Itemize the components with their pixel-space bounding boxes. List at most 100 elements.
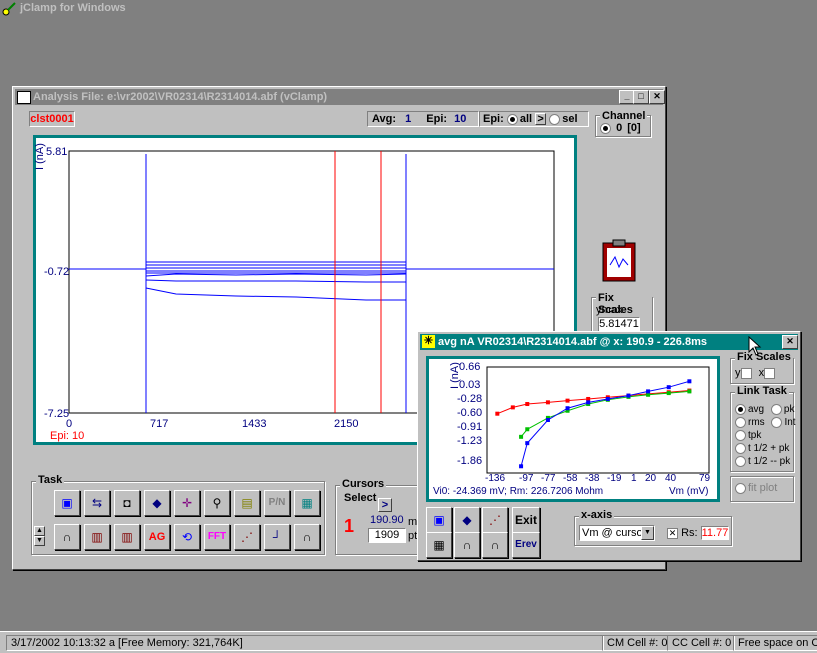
clipboard-icon[interactable] [601,239,637,283]
iv-scatter-icon[interactable]: ⋰ [482,507,508,533]
iv-ytick-3: -0.60 [457,407,483,419]
ag-button[interactable]: AG [144,524,170,550]
lt-thalf-plus-radio[interactable] [735,442,746,454]
lt-int-radio[interactable] [771,416,783,428]
trace-ylabel: I (nA) [34,143,46,170]
iv-point-2-5 [605,396,610,401]
iv-series-line-2 [520,380,690,467]
iv-fixscales-title: Fix Scales [735,351,793,363]
iv-window[interactable]: ✳ avg nA VR02314\R2314014.abf @ x: 190.9… [417,331,801,561]
epi-sel-label: sel [562,113,578,125]
iv-fix-x-checkbox[interactable] [764,367,776,379]
status-cm-cell: CM Cell #: 0 [602,635,668,651]
linktask-group: Link Task avg pk rms Int tpk t 1/2 + pk … [730,385,796,472]
export-icon[interactable]: ▦ [294,490,320,516]
diamond-icon[interactable]: ◆ [144,490,170,516]
cursor-select-button[interactable]: > [378,498,392,512]
iv-plot-frame: I (nA) 0.66 0.03 -0.28 -0.60 -0.91 -1.23… [426,356,720,502]
iv-exit-button[interactable]: Exit [512,507,540,533]
zoom-icon[interactable]: ⚲ [204,490,230,516]
fit-curve-icon[interactable]: ✛ [174,490,200,516]
trace-xtick-0: 0 [66,418,73,430]
clip2-icon[interactable]: ∩ [294,524,320,550]
channel-index: [0] [627,122,641,134]
cycle-icon[interactable]: ⟲ [174,524,200,550]
fft-button[interactable]: FFT [204,524,230,550]
lt-avg-radio[interactable] [735,403,746,415]
iv-open-icon[interactable]: ▣ [426,507,452,533]
calc-e-icon[interactable]: ▥ [114,524,140,550]
iv-xtick-6: 1 [631,473,637,484]
iv-fix-y-checkbox[interactable] [740,367,752,379]
rs-checkbox[interactable]: ✕ [667,527,678,539]
avg-label: Avg: [372,113,397,125]
spin-up-button[interactable]: ▲ [34,526,45,536]
iv-title-bar[interactable]: ✳ avg nA VR02314\R2314014.abf @ x: 190.9… [420,334,798,350]
iv-point-0-3 [545,400,550,405]
app-title-bar: jClamp for Windows [0,0,817,18]
calc-f-icon[interactable]: ▥ [84,524,110,550]
window-icon [17,91,31,104]
lt-rms-label: rms [748,417,765,428]
spin-down-button[interactable]: ▼ [34,536,45,546]
fit-plot-label: fit plot [748,482,778,494]
swap-icon[interactable]: ⇆ [84,490,110,516]
scatter-icon[interactable]: ⋰ [234,524,260,550]
iv-text-icon[interactable]: ▦ [426,532,452,558]
lt-thalf-minus-radio[interactable] [735,455,746,467]
iv-clip2-icon[interactable]: ∩ [482,532,508,558]
cursors-group: Cursors Select > 1 190.90 ms 1909 pt [335,478,425,555]
iv-xtick-9: 79 [699,473,711,484]
iv-title: avg nA VR02314\R2314014.abf @ x: 190.9 -… [438,336,707,348]
iv-point-1-1 [525,427,530,432]
fit-plot-radio[interactable] [735,482,746,494]
analysis-title-bar[interactable]: Analysis File: e:\vr2002\VR02314\R231401… [15,89,665,105]
lt-rms-radio[interactable] [735,416,746,428]
iv-plot-border [486,366,710,474]
iv-footer: Vi0: -24.369 mV; Rm: 226.7206 Mohm [433,486,604,497]
epi-mode-panel: Epi: all > sel [479,111,589,127]
cursor-number: 1 [344,516,355,536]
avg-epi-panel: Avg: 1 Epi: 10 [367,111,479,127]
clip-icon[interactable]: ∩ [54,524,80,550]
lt-thalf-plus-label: t 1/2 + pk [748,443,790,454]
cursor-pt-input[interactable]: 1909 [368,528,406,543]
rs-input[interactable]: 11.77 [700,526,729,540]
analysis-title: Analysis File: e:\vr2002\VR02314\R231401… [33,91,328,103]
channel-value: 0 [616,122,623,134]
step-icon[interactable]: ┘ [264,524,290,550]
xaxis-select[interactable]: Vm @ cursor ▼ [579,525,655,541]
lt-tpk-radio[interactable] [735,429,746,441]
epi-next-button[interactable]: > [535,113,547,125]
iv-ytick-5: -1.23 [457,435,483,447]
epi-all-label: all [519,113,533,125]
iv-plot[interactable]: I (nA) 0.66 0.03 -0.28 -0.60 -0.91 -1.23… [429,359,717,499]
lt-pk-radio[interactable] [770,403,782,415]
epi-all-radio[interactable] [506,113,518,125]
fit-plot-group: fit plot [730,476,794,502]
iv-point-2-8 [666,385,671,390]
iv-point-0-2 [525,402,530,407]
channel-title: Channel [600,110,648,122]
open-icon[interactable]: ▣ [54,490,80,516]
camera-icon[interactable]: ◘ [114,490,140,516]
iv-xtick-2: -77 [541,473,556,484]
iv-clip-icon[interactable]: ∩ [454,532,480,558]
sun-icon: ✳ [422,335,435,348]
pn-button[interactable]: P/N [264,490,290,516]
ymax-input[interactable]: 5.81471 [598,317,640,332]
iv-close-button[interactable]: ✕ [782,335,798,349]
iv-diamond-icon[interactable]: ◆ [454,507,480,533]
epi-sel-radio[interactable] [549,113,561,125]
iv-point-2-6 [626,393,631,398]
trace-8 [145,287,406,301]
close-button[interactable]: ✕ [649,90,665,104]
iv-erev-button[interactable]: Erev [512,532,540,558]
iv-xtick-7: 20 [645,473,657,484]
chevron-down-icon[interactable]: ▼ [641,526,654,540]
filter-icon[interactable]: ▤ [234,490,260,516]
iv-xtick-5: -19 [607,473,622,484]
xaxis-title: x-axis [579,509,615,521]
channel-radio[interactable] [600,122,611,134]
maximize-button[interactable]: □ [633,90,649,104]
